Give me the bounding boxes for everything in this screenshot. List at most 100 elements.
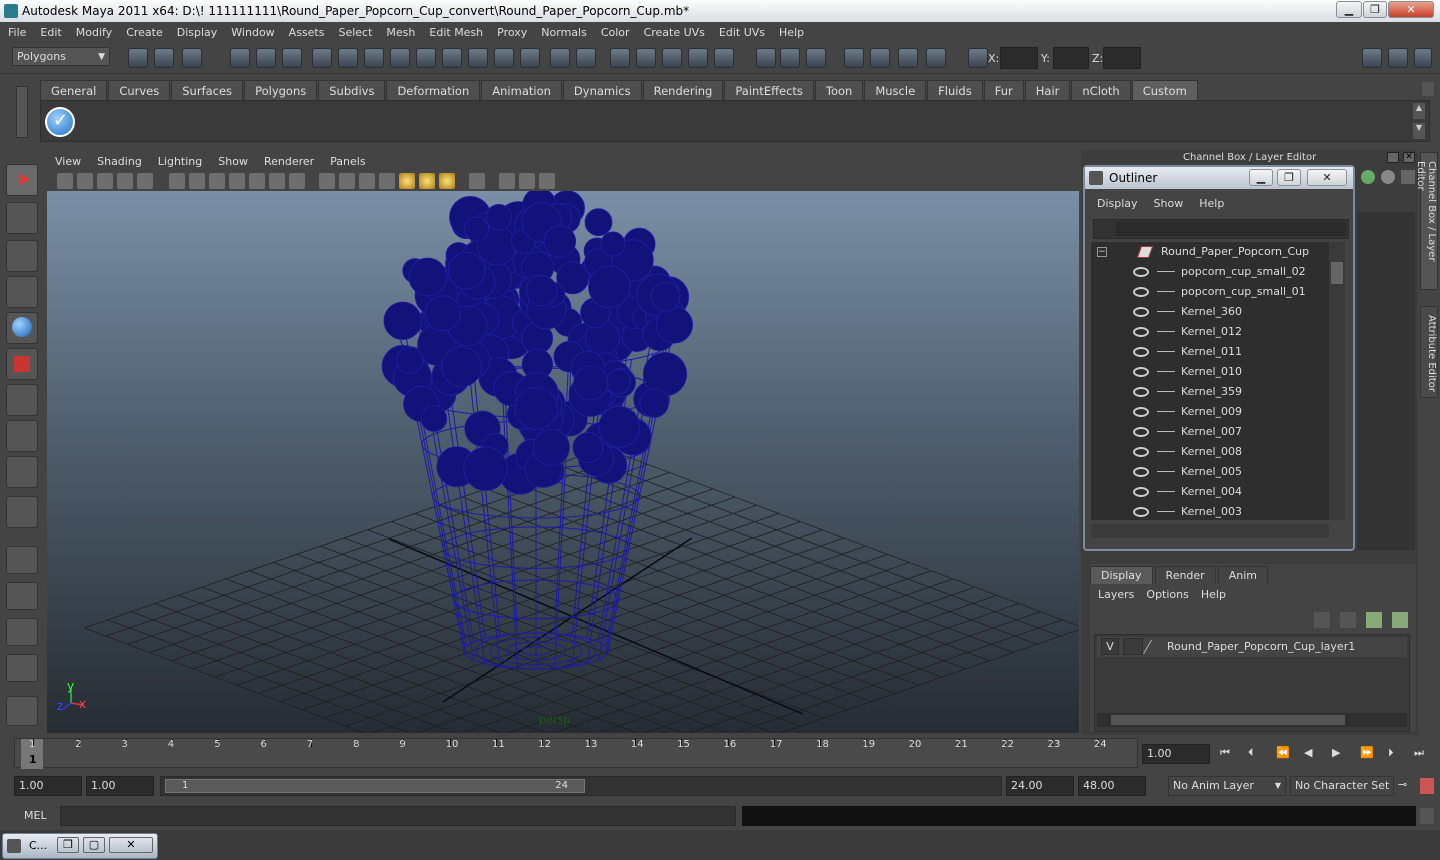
status-tool-icon-29[interactable] <box>926 48 946 68</box>
viewport-tool-icon-2[interactable] <box>77 173 93 189</box>
layer-display-type-toggle[interactable] <box>1123 638 1143 655</box>
status-tool-icon-28[interactable] <box>898 48 918 68</box>
viewport-tool-icon-8[interactable] <box>209 173 225 189</box>
outliner-row[interactable]: Kernel_005 <box>1091 462 1329 482</box>
outliner-filter-bar[interactable] <box>1093 219 1349 239</box>
shelf-scroll-up-icon[interactable]: ▲ <box>1413 103 1425 119</box>
viewport-tool-icon-21[interactable] <box>499 173 515 189</box>
shelf-tab-deformation[interactable]: Deformation <box>386 80 481 100</box>
menu-file[interactable]: File <box>8 26 26 39</box>
viewport-menu-panels[interactable]: Panels <box>330 155 365 168</box>
status-tool-icon-3[interactable] <box>182 48 202 68</box>
shelf-tab-hair[interactable]: Hair <box>1024 80 1071 100</box>
outliner-row[interactable]: popcorn_cup_small_01 <box>1091 282 1329 302</box>
lasso-tool-icon[interactable] <box>6 202 38 234</box>
x-field[interactable] <box>1000 47 1038 69</box>
viewport-menu-shading[interactable]: Shading <box>97 155 142 168</box>
rotate-tool-icon[interactable] <box>6 312 38 344</box>
outliner-scroll-thumb[interactable] <box>1331 262 1343 284</box>
shelf-tab-muscle[interactable]: Muscle <box>864 80 927 100</box>
menu-display[interactable]: Display <box>177 26 218 39</box>
status-tool-icon-5[interactable] <box>256 48 276 68</box>
layer-row[interactable]: V Round_Paper_Popcorn_Cup_layer1 <box>1097 637 1407 657</box>
outliner-row[interactable]: Kernel_012 <box>1091 322 1329 342</box>
panel-close-icon[interactable]: ✕ <box>1403 152 1415 163</box>
play-forwards-icon[interactable]: ▶ <box>1332 746 1340 759</box>
outliner-menu-help[interactable]: Help <box>1199 197 1224 210</box>
menu-help[interactable]: Help <box>779 26 804 39</box>
menu-create[interactable]: Create <box>126 26 163 39</box>
status-tool-icon-30[interactable] <box>968 48 988 68</box>
outliner-row-root[interactable]: − Round_Paper_Popcorn_Cup <box>1091 242 1329 262</box>
status-tool-icon-21[interactable] <box>688 48 708 68</box>
manipulator-tool-icon[interactable] <box>6 384 38 416</box>
shelf-tab-polygons[interactable]: Polygons <box>244 80 318 100</box>
shelf-tab-toon[interactable]: Toon <box>814 80 864 100</box>
status-tool-icon-6[interactable] <box>282 48 302 68</box>
move-layer-up-icon[interactable] <box>1314 612 1330 628</box>
status-tool-icon-24[interactable] <box>780 48 800 68</box>
outliner-row[interactable]: Kernel_010 <box>1091 362 1329 382</box>
status-tool-icon-18[interactable] <box>610 48 630 68</box>
minimized-window[interactable]: C... ❐ ▢ ✕ <box>2 833 158 859</box>
menu-modify[interactable]: Modify <box>76 26 112 39</box>
play-backwards-icon[interactable]: ◀ <box>1304 746 1312 759</box>
viewport-tool-icon-18[interactable] <box>419 173 435 189</box>
move-tool-icon[interactable] <box>6 276 38 308</box>
shelf-tab-subdivs[interactable]: Subdivs <box>318 80 386 100</box>
outliner-row[interactable]: Kernel_011 <box>1091 342 1329 362</box>
outliner-filter-input[interactable] <box>1116 222 1346 236</box>
single-perspective-layout-icon[interactable] <box>6 546 38 574</box>
status-tool-icon-14[interactable] <box>494 48 514 68</box>
step-forward-frame-icon[interactable]: ⏵ <box>1388 746 1394 760</box>
preferences-icon[interactable] <box>1420 778 1434 794</box>
status-tool-icon-20[interactable] <box>662 48 682 68</box>
status-tool-icon-27[interactable] <box>870 48 890 68</box>
status-tool-icon-16[interactable] <box>550 48 570 68</box>
status-tool-icon-11[interactable] <box>416 48 436 68</box>
mel-command-input[interactable] <box>60 806 736 826</box>
viewport-tool-icon-1[interactable] <box>57 173 73 189</box>
menu-proxy[interactable]: Proxy <box>497 26 527 39</box>
minimize-button[interactable]: ▁ <box>1336 1 1362 18</box>
step-back-frame-icon[interactable]: ⏴ <box>1248 746 1254 760</box>
layer-menu-help[interactable]: Help <box>1201 588 1226 601</box>
move-layer-down-icon[interactable] <box>1340 612 1356 628</box>
viewport-menu-view[interactable]: View <box>55 155 81 168</box>
step-forward-key-icon[interactable]: ⏩ <box>1360 746 1374 759</box>
layer-tab-anim[interactable]: Anim <box>1217 566 1268 584</box>
time-slider[interactable]: 1 1 2 3 4 5 6 7 8 9 10 11 12 13 14 15 16 17 18 19 20 21 22 23 2… <box>0 736 1440 772</box>
status-tool-icon-13[interactable] <box>468 48 488 68</box>
menu-select[interactable]: Select <box>338 26 372 39</box>
trash-icon[interactable] <box>1422 82 1434 96</box>
status-tool-icon-22[interactable] <box>714 48 734 68</box>
attribute-editor-toggle-icon[interactable] <box>1388 48 1408 68</box>
z-field[interactable] <box>1103 47 1141 69</box>
close-button[interactable]: ✕ <box>1388 1 1434 18</box>
shelf-tab-dynamics[interactable]: Dynamics <box>562 80 642 100</box>
minimized-restore-button[interactable]: ❐ <box>57 837 79 853</box>
status-tool-icon-19[interactable] <box>636 48 656 68</box>
channel-key-icon[interactable] <box>1361 170 1375 184</box>
attribute-editor-side-tab[interactable]: Attribute Editor <box>1420 306 1438 398</box>
viewport-tool-icon-19[interactable] <box>439 173 455 189</box>
status-tool-icon-1[interactable] <box>128 48 148 68</box>
minimized-maximize-button[interactable]: ▢ <box>83 837 105 853</box>
end-range-field[interactable]: 24.00 <box>1006 776 1074 796</box>
menu-normals[interactable]: Normals <box>541 26 587 39</box>
y-field[interactable] <box>1053 47 1089 69</box>
character-set-dropdown[interactable]: No Character Set <box>1290 776 1394 796</box>
select-tool-icon[interactable]: ➤ <box>6 164 38 196</box>
viewport-tool-icon-22[interactable] <box>519 173 535 189</box>
new-layer-selected-icon[interactable] <box>1392 612 1408 628</box>
viewport-tool-icon-13[interactable] <box>319 173 335 189</box>
tool-settings-toggle-icon[interactable] <box>1414 48 1432 68</box>
perspective-viewport[interactable]: y x z persp <box>47 191 1079 733</box>
status-tool-icon-17[interactable] <box>576 48 596 68</box>
four-view-layout-icon[interactable] <box>6 582 38 610</box>
outliner-menu-display[interactable]: Display <box>1097 197 1138 210</box>
shelf-tab-custom[interactable]: Custom <box>1131 80 1198 100</box>
menu-mesh[interactable]: Mesh <box>386 26 415 39</box>
viewport-tool-icon-16[interactable] <box>379 173 395 189</box>
shelf-tab-rendering[interactable]: Rendering <box>642 80 724 100</box>
